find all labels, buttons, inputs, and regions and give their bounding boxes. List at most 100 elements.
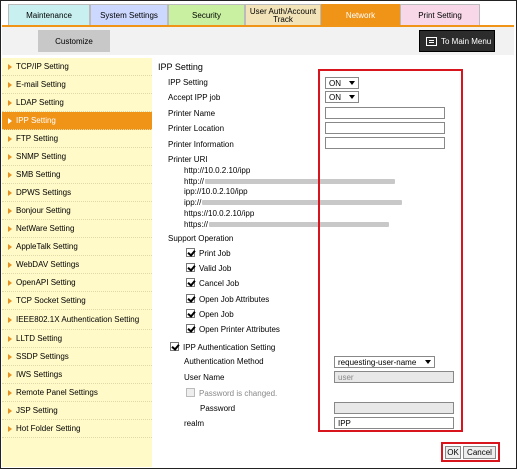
- uri-https-ip: https://10.0.2.10/ipp: [184, 209, 255, 218]
- sidebar-item-smb-setting[interactable]: SMB Setting: [2, 166, 152, 184]
- sidebar-item-ieee802-1x-authentication-setting[interactable]: IEEE802.1X Authentication Setting: [2, 310, 152, 330]
- main-menu-label: To Main Menu: [441, 36, 492, 46]
- sidebar-item-label: SSDP Settings: [16, 352, 69, 361]
- print-job-checkbox[interactable]: [186, 248, 195, 257]
- page-title: IPP Setting: [158, 62, 203, 72]
- arrow-right-icon: [8, 371, 12, 378]
- password-label: Password: [200, 404, 236, 413]
- sidebar-item-jsp-setting[interactable]: JSP Setting: [2, 402, 152, 420]
- accept-ipp-label: Accept IPP job: [168, 93, 221, 102]
- printer-location-label: Printer Location: [168, 124, 225, 133]
- open-job-label: Open Job: [199, 310, 234, 319]
- sidebar-item-e-mail-setting[interactable]: E-mail Setting: [2, 76, 152, 94]
- open-job-attributes-checkbox[interactable]: [186, 294, 195, 303]
- arrow-right-icon: [8, 389, 12, 396]
- sidebar-item-lltd-setting[interactable]: LLTD Setting: [2, 330, 152, 348]
- uri-prefix: https://: [184, 220, 209, 229]
- sidebar-item-netware-setting[interactable]: NetWare Setting: [2, 220, 152, 238]
- printer-information-label: Printer Information: [168, 140, 234, 149]
- top-tabs: Maintenance System Settings Security Use…: [8, 4, 480, 26]
- arrow-right-icon: [8, 335, 12, 342]
- arrow-right-icon: [8, 297, 12, 304]
- password-changed-label: Password is changed.: [199, 389, 278, 398]
- printer-name-label: Printer Name: [168, 109, 216, 118]
- sidebar-item-label: AppleTalk Setting: [16, 242, 78, 251]
- valid-job-checkbox[interactable]: [186, 263, 195, 272]
- customize-button[interactable]: Customize: [38, 30, 110, 52]
- sidebar-footer-space: [2, 446, 152, 467]
- sidebar-item-openapi-setting[interactable]: OpenAPI Setting: [2, 274, 152, 292]
- uri-ipp-ip: ipp://10.0.2.10/ipp: [184, 187, 248, 196]
- valid-job-label: Valid Job: [199, 264, 232, 273]
- ipp-setting-label: IPP Setting: [168, 78, 208, 87]
- ipp-auth-checkbox[interactable]: [170, 342, 179, 351]
- sidebar-item-bonjour-setting[interactable]: Bonjour Setting: [2, 202, 152, 220]
- password-changed-checkbox[interactable]: [186, 388, 195, 397]
- sidebar-item-snmp-setting[interactable]: SNMP Setting: [2, 148, 152, 166]
- sidebar-item-label: IEEE802.1X Authentication Setting: [16, 315, 140, 324]
- cancel-job-checkbox[interactable]: [186, 278, 195, 287]
- open-job-checkbox[interactable]: [186, 309, 195, 318]
- uri-prefix: ipp://: [184, 198, 202, 207]
- sidebar-item-label: Hot Folder Setting: [16, 424, 81, 433]
- sidebar-item-label: SNMP Setting: [16, 152, 67, 161]
- sidebar-item-webdav-settings[interactable]: WebDAV Settings: [2, 256, 152, 274]
- ok-button[interactable]: OK: [445, 446, 461, 459]
- tab-print-setting[interactable]: Print Setting: [400, 4, 480, 26]
- sidebar-item-ftp-setting[interactable]: FTP Setting: [2, 130, 152, 148]
- sidebar-item-ipp-setting[interactable]: IPP Setting: [2, 112, 152, 130]
- arrow-right-icon: [8, 425, 12, 432]
- sidebar-item-label: JSP Setting: [16, 406, 58, 415]
- sidebar-item-label: OpenAPI Setting: [16, 278, 76, 287]
- ipp-auth-label: IPP Authentication Setting: [183, 343, 276, 352]
- tab-network[interactable]: Network: [321, 4, 400, 26]
- arrow-right-icon: [8, 407, 12, 414]
- tab-label: System Settings: [100, 10, 158, 20]
- cancel-button[interactable]: Cancel: [463, 446, 496, 459]
- arrow-right-icon: [8, 225, 12, 232]
- sidebar-item-ldap-setting[interactable]: LDAP Setting: [2, 94, 152, 112]
- sidebar-item-dpws-settings[interactable]: DPWS Settings: [2, 184, 152, 202]
- arrow-right-icon: [8, 171, 12, 178]
- sidebar-item-label: TCP Socket Setting: [16, 296, 86, 305]
- sidebar-item-label: FTP Setting: [16, 134, 59, 143]
- highlight-box-settings: [318, 69, 463, 432]
- sidebar-item-tcp-socket-setting[interactable]: TCP Socket Setting: [2, 292, 152, 310]
- tab-user-auth[interactable]: User Auth/Account Track: [245, 4, 321, 26]
- main-menu-icon: [426, 36, 437, 46]
- sidebar-item-label: LLTD Setting: [16, 334, 63, 343]
- tab-security[interactable]: Security: [168, 4, 245, 26]
- realm-label: realm: [184, 419, 205, 428]
- arrow-right-icon: [8, 279, 12, 286]
- sidebar-item-iws-settings[interactable]: IWS Settings: [2, 366, 152, 384]
- sidebar-item-label: DPWS Settings: [16, 188, 72, 197]
- user-name-label: User Name: [184, 373, 225, 382]
- sidebar-item-remote-panel-settings[interactable]: Remote Panel Settings: [2, 384, 152, 402]
- auth-method-label: Authentication Method: [184, 357, 264, 366]
- arrow-right-icon: [8, 316, 12, 323]
- arrow-right-icon: [8, 261, 12, 268]
- tab-maintenance[interactable]: Maintenance: [8, 4, 90, 26]
- print-job-label: Print Job: [199, 249, 231, 258]
- arrow-right-icon: [8, 81, 12, 88]
- sidebar-item-label: Remote Panel Settings: [16, 388, 98, 397]
- tab-system-settings[interactable]: System Settings: [90, 4, 168, 26]
- tab-label: Security: [192, 10, 221, 20]
- open-printer-attributes-checkbox[interactable]: [186, 324, 195, 333]
- arrow-right-icon: [8, 207, 12, 214]
- sidebar-item-appletalk-setting[interactable]: AppleTalk Setting: [2, 238, 152, 256]
- sidebar-item-hot-folder-setting[interactable]: Hot Folder Setting: [2, 420, 152, 438]
- arrow-right-icon: [8, 153, 12, 160]
- arrow-right-icon: [8, 99, 12, 106]
- support-operation-label: Support Operation: [168, 234, 234, 243]
- sidebar-item-tcp-ip-setting[interactable]: TCP/IP Setting: [2, 58, 152, 76]
- main-menu-button[interactable]: To Main Menu: [419, 30, 495, 52]
- sidebar: TCP/IP Setting E-mail Setting LDAP Setting…: [2, 58, 152, 446]
- sidebar-item-label: WebDAV Settings: [16, 260, 80, 269]
- sidebar-item-label: Bonjour Setting: [16, 206, 71, 215]
- arrow-right-icon: [8, 117, 12, 124]
- open-job-attributes-label: Open Job Attributes: [199, 295, 270, 304]
- arrow-right-icon: [8, 353, 12, 360]
- sidebar-item-label: IWS Settings: [16, 370, 63, 379]
- sidebar-item-ssdp-settings[interactable]: SSDP Settings: [2, 348, 152, 366]
